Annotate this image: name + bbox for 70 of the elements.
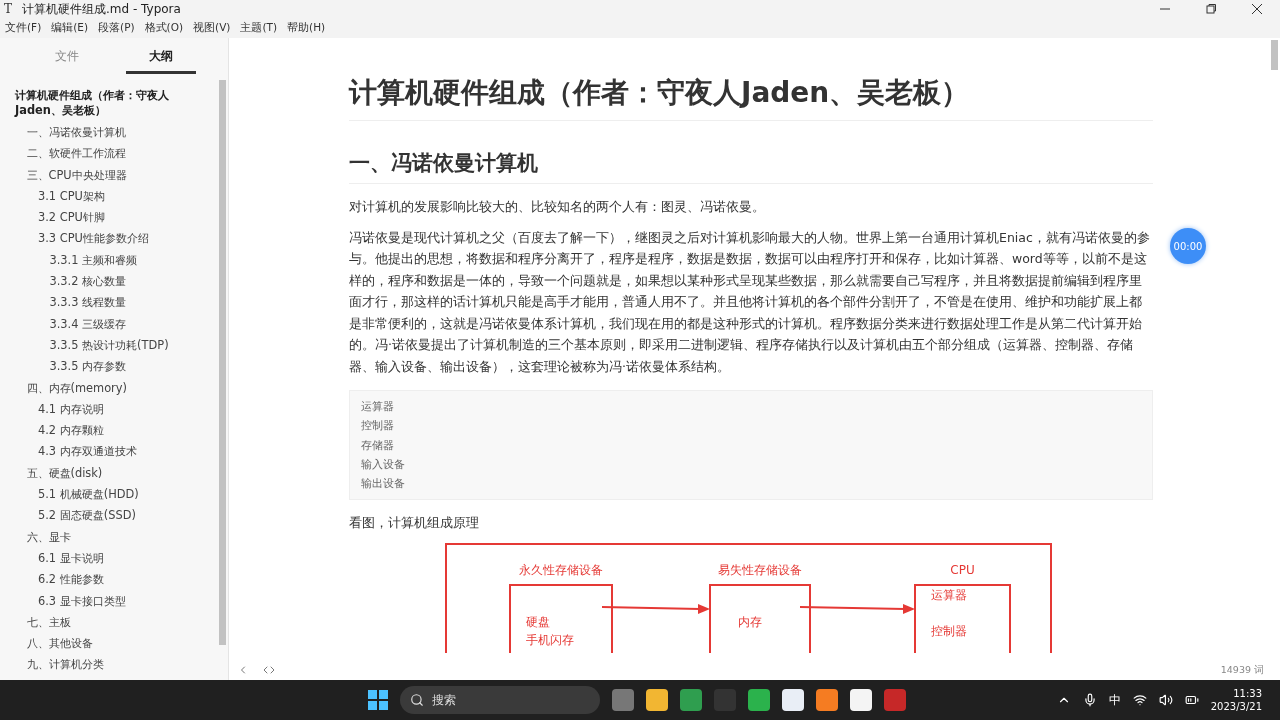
outline-item[interactable]: 一、冯诺依曼计算机 [15, 122, 214, 144]
outline-item[interactable]: 3.3.2 核心数量 [15, 271, 214, 293]
window-title: 计算机硬件组成.md - Typora [22, 0, 182, 18]
search-field[interactable]: 搜索 [400, 686, 600, 714]
paragraph: 看图，计算机组成原理 [349, 514, 480, 533]
document-title: 计算机硬件组成（作者：守夜人Jaden、吴老板） [349, 74, 1153, 121]
outline-item[interactable]: 四、内存(memory) [15, 377, 214, 399]
outline-item[interactable]: 6.1 显卡说明 [15, 547, 214, 570]
code-line: 输入设备 [361, 456, 406, 473]
clock-time[interactable]: 11:33 [1233, 687, 1262, 700]
sidebar-tab[interactable]: 文件 [32, 48, 102, 74]
outline-item[interactable]: 4.2 内存颗粒 [15, 420, 214, 442]
menu-item[interactable]: 段落(P) [98, 21, 135, 35]
outline-item[interactable]: 3.2 CPU针脚 [15, 207, 214, 229]
search-icon [410, 693, 424, 707]
menu-item[interactable]: 帮助(H) [287, 21, 326, 35]
menu-item[interactable]: 编辑(E) [51, 21, 89, 35]
word-count[interactable]: 14939 词 [1220, 663, 1264, 677]
diagram-label: 运算器 [931, 588, 967, 602]
outline-item[interactable]: 计算机硬件组成（作者：守夜人Jaden、吴老板） [15, 88, 214, 118]
scrollbar-thumb[interactable] [1271, 40, 1278, 70]
diagram-label: 硬盘 [526, 615, 550, 629]
code-line: 控制器 [361, 418, 395, 435]
outline-item[interactable]: 八、其他设备 [15, 633, 214, 655]
diagram-label: 控制器 [931, 624, 967, 638]
outline-item[interactable]: 6.2 性能参数 [15, 569, 214, 591]
ime-indicator[interactable]: 中 [1108, 691, 1121, 709]
outline-item[interactable]: 三、CPU中央处理器 [15, 164, 214, 186]
wifi-icon[interactable] [1132, 693, 1147, 707]
code-line: 存储器 [361, 437, 395, 454]
diagram-label: 手机闪存 [526, 633, 574, 647]
outline-item[interactable]: 4.1 内存说明 [15, 398, 214, 421]
outline-item[interactable]: 3.3.5 内存参数 [15, 356, 214, 378]
app-icon: T [4, 2, 12, 16]
outline-item[interactable]: 5.2 固态硬盘(SSD) [15, 505, 214, 527]
battery-icon[interactable] [1184, 693, 1199, 707]
menu-item[interactable]: 主题(T) [240, 21, 278, 35]
diagram-label: 内存 [738, 615, 762, 629]
code-line: 运算器 [361, 399, 395, 415]
section-heading: 一、冯诺依曼计算机 [349, 149, 1153, 184]
outline-item[interactable]: 4.3 内存双通道技术 [15, 441, 214, 463]
outline-item[interactable]: 3.3 CPU性能参数介绍 [15, 228, 214, 250]
paragraph: 对计算机的发展影响比较大的、比较知名的两个人有：图灵、冯诺依曼。 [349, 198, 766, 216]
clock-date[interactable]: 2023/3/21 [1210, 700, 1262, 713]
outline-item[interactable]: 3.1 CPU架构 [15, 185, 214, 208]
diagram-label: 永久性存储设备 [519, 563, 603, 577]
start-icon[interactable] [368, 690, 388, 710]
menu-item[interactable]: 文件(F) [5, 21, 42, 35]
diagram-label: CPU [950, 563, 975, 577]
outline-item[interactable]: 6.3 显卡接口类型 [15, 590, 214, 612]
outline-item[interactable]: 九、计算机分类 [15, 654, 214, 676]
paragraph: 冯诺依曼是现代计算机之父（百度去了解一下），继图灵之后对计算机影响最大的人物。世界上第一台通用计算机Eniac，就有冯诺依曼的参与。他提出的思想，将数据和程序分离开了，程序是程序，数据是数据，数据可以由程序打开和保存，比如计算器、word等等，以前不是这样的，程序和数据是一体的，导致一个问题就是，如果想以某种形式呈现某些数据，那么就需要自己写程序，并且将数据提前编辑到程序里面才行，那这样的话计算机只能是高手才能用，普通人用不了。并且他将计算机的各个部件分割开了，不管是在使用、维护和功能扩展上都是非常便利的，这就是冯诺依曼体系计算机，我们现在用的都是这种形式的计算机。程序数据分类来进行数据处理工作是从第二代计算开始的。冯·诺依曼提出了计算机制造的三个基本原则，即采用二进制逻辑、程序存储执行以及计算机由五个部分组成（运算器、控制器、存储器、输入设备、输出设备），这套理论被称为冯·诺依曼体系结构。 [349, 228, 1151, 376]
outline-item[interactable]: 五、硬盘(disk) [15, 462, 214, 485]
outline-item[interactable]: 3.3.1 主频和睿频 [15, 249, 214, 272]
scrollbar-thumb[interactable] [219, 80, 226, 645]
volume-icon[interactable] [1158, 693, 1173, 707]
outline-item[interactable]: 3.3.4 三级缓存 [15, 313, 214, 335]
code-line: 输出设备 [361, 476, 406, 493]
outline-item[interactable]: 3.3.5 热设计功耗(TDP) [15, 334, 214, 357]
outline-item[interactable]: 二、软硬件工作流程 [15, 143, 214, 165]
outline-item[interactable]: 七、主板 [15, 611, 214, 634]
sidebar-tab[interactable]: 大纲 [126, 48, 196, 74]
code-icon[interactable] [263, 664, 275, 676]
outline-item[interactable]: 六、显卡 [15, 526, 214, 548]
microphone-icon[interactable] [1082, 693, 1097, 707]
outline-item[interactable]: 5.1 机械硬盘(HDD) [15, 484, 214, 506]
diagram-label: 易失性存储设备 [718, 563, 802, 577]
menu-item[interactable]: 格式(O) [144, 21, 184, 35]
outline-item[interactable]: 3.3.3 线程数量 [15, 292, 214, 314]
menu-item[interactable]: 视图(V) [193, 21, 231, 35]
